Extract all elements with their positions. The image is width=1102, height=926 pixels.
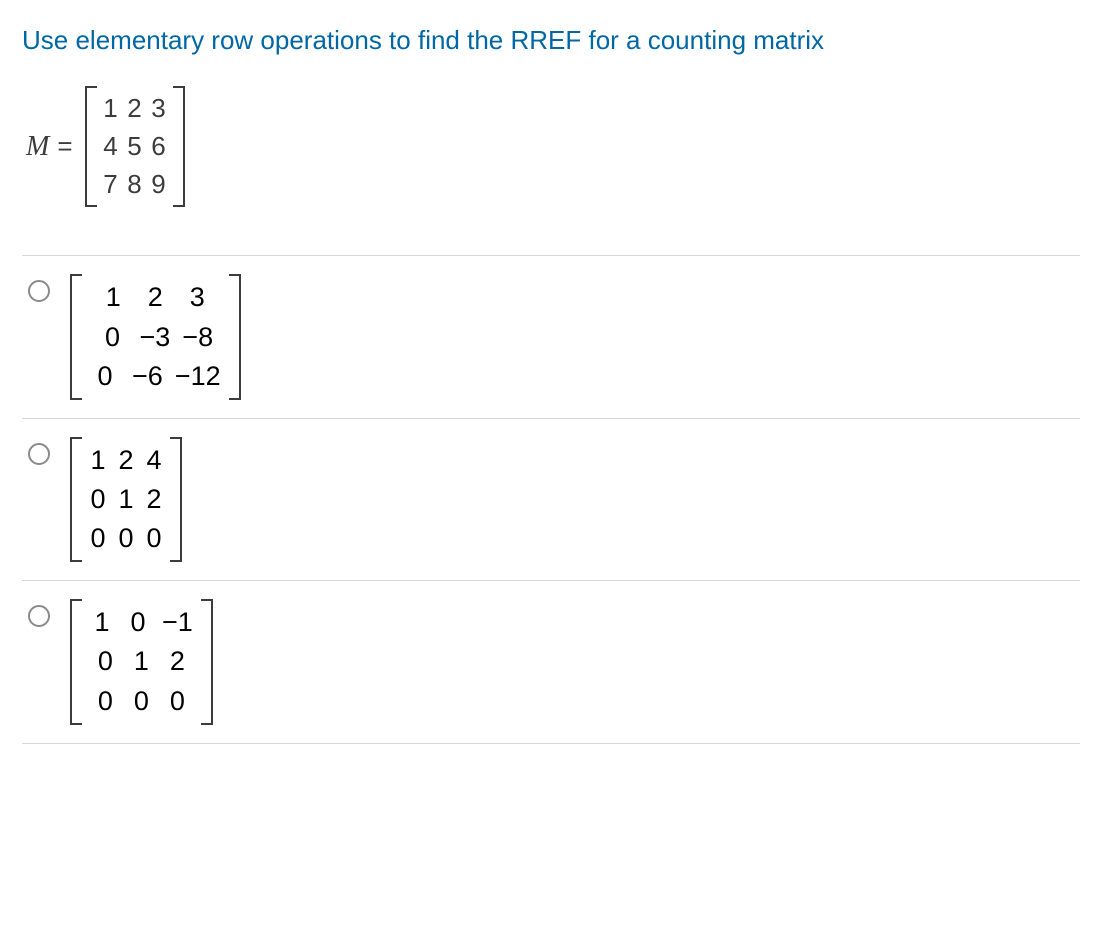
answer-option[interactable]: 1230−3−80−6−12	[22, 255, 1080, 418]
matrix-cell: 0	[140, 519, 168, 558]
matrix-cell: 2	[112, 441, 140, 480]
radio-button[interactable]	[28, 280, 50, 302]
bracket-left-icon	[70, 274, 82, 399]
option-matrix-body: 1230−3−80−6−12	[82, 274, 229, 399]
bracket-left-icon	[70, 599, 82, 724]
answer-option[interactable]: 124012000	[22, 419, 1080, 581]
matrix-cell: 5	[123, 128, 147, 166]
matrix-cell: −3	[134, 318, 177, 357]
matrix-cell: −8	[176, 318, 219, 357]
matrix-cell: 3	[176, 278, 218, 317]
matrix-row: 0−6−12	[84, 357, 227, 396]
matrix-row: 124	[84, 441, 168, 480]
matrix-row: 0−3−8	[84, 318, 227, 357]
matrix-cell: 4	[99, 128, 123, 166]
options-list: 1230−3−80−6−1212401200010−1012000	[22, 255, 1080, 743]
matrix-cell: −1	[156, 603, 199, 642]
option-matrix-body: 124012000	[82, 437, 170, 562]
matrix-row: 123	[84, 278, 227, 317]
matrix-cell: 8	[123, 166, 147, 204]
radio-button[interactable]	[28, 605, 50, 627]
matrix-cell: 1	[84, 603, 120, 642]
question-prompt: Use elementary row operations to find th…	[22, 22, 1080, 58]
answer-option[interactable]: 10−1012000	[22, 581, 1080, 743]
matrix-equals: =	[57, 131, 72, 162]
matrix-row: 10−1	[84, 603, 199, 642]
radio-button[interactable]	[28, 443, 50, 465]
matrix-cell: 2	[134, 278, 176, 317]
bracket-right-icon	[229, 274, 241, 399]
matrix-cell: 0	[84, 480, 112, 519]
matrix-cell: 9	[147, 166, 171, 204]
bracket-right-icon	[173, 86, 185, 207]
matrix-cell: 7	[99, 166, 123, 204]
matrix-row: 012	[84, 642, 199, 681]
matrix-cell: 2	[123, 90, 147, 128]
option-matrix-body: 10−1012000	[82, 599, 201, 724]
matrix-cell: 1	[123, 642, 159, 681]
matrix-cell: 0	[92, 318, 134, 357]
matrix-cell: 1	[112, 480, 140, 519]
bracket-left-icon	[70, 437, 82, 562]
problem-matrix-equation: M = 123456789	[22, 86, 1080, 207]
matrix-cell: 4	[140, 441, 168, 480]
option-matrix: 124012000	[70, 437, 182, 562]
matrix-cell: 6	[147, 128, 171, 166]
problem-matrix: 123456789	[85, 86, 185, 207]
problem-matrix-body: 123456789	[97, 86, 173, 207]
matrix-row: 000	[84, 519, 168, 558]
matrix-row: 000	[84, 682, 199, 721]
bracket-right-icon	[201, 599, 213, 724]
option-matrix: 1230−3−80−6−12	[70, 274, 241, 399]
matrix-cell: 0	[87, 682, 123, 721]
matrix-row: 012	[84, 480, 168, 519]
matrix-cell: 0	[84, 357, 126, 396]
matrix-row: 456	[99, 128, 171, 166]
matrix-cell: 0	[112, 519, 140, 558]
matrix-row: 123	[99, 90, 171, 128]
matrix-cell: 1	[84, 441, 112, 480]
matrix-cell: 0	[87, 642, 123, 681]
matrix-cell: −6	[126, 357, 169, 396]
matrix-cell: 3	[147, 90, 171, 128]
matrix-cell: 1	[92, 278, 134, 317]
bracket-left-icon	[85, 86, 97, 207]
matrix-cell: 2	[159, 642, 195, 681]
matrix-cell: 0	[84, 519, 112, 558]
matrix-cell: −12	[169, 357, 227, 396]
matrix-cell: 0	[123, 682, 159, 721]
option-matrix: 10−1012000	[70, 599, 213, 724]
matrix-cell: 1	[99, 90, 123, 128]
matrix-label: M	[26, 131, 49, 163]
matrix-cell: 2	[140, 480, 168, 519]
matrix-row: 789	[99, 166, 171, 204]
matrix-cell: 0	[120, 603, 156, 642]
bracket-right-icon	[170, 437, 182, 562]
matrix-cell: 0	[159, 682, 195, 721]
